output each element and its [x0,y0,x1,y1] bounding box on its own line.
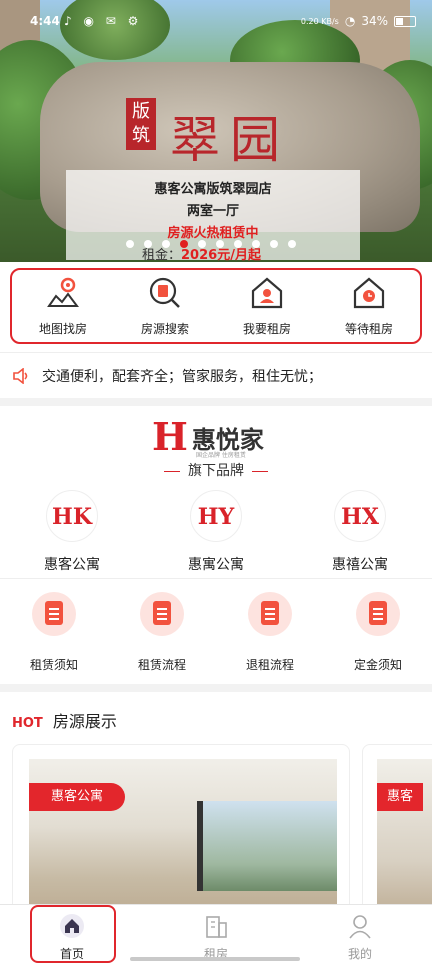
brand-subtitle-text: 旗下品牌 [188,463,244,479]
notice-bar[interactable]: 交通便利，配套齐全；管家服务，租住无忧； [0,352,432,398]
house-clock-icon [353,277,385,308]
map-search-button[interactable]: 地图找房 [18,276,108,337]
tab-home-highlight [30,905,116,963]
guide-label: 定金须知 [353,658,402,672]
hero-banner[interactable]: 版筑 翠园 4:44 ♪ ◉ ✉ ⚙ 0.20 KB/s ◔ 34% 惠客公寓版… [0,0,432,262]
carousel-dot[interactable] [252,240,260,248]
carousel-dot[interactable] [198,240,206,248]
notification-icons: ♪ ◉ ✉ ⚙ [64,14,143,28]
guide-deposit-notice[interactable]: 定金须知 [328,592,428,673]
quick-menu-label: 等待租房 [344,321,393,336]
speaker-icon [13,367,28,384]
house-person-icon [251,277,283,308]
tab-rent[interactable]: 租房 [144,905,288,964]
search-doc-icon [149,277,180,308]
guide-rental-process[interactable]: 租赁流程 [112,592,212,673]
overlay-layout: 两室一厅 [186,204,239,219]
brand-huixi[interactable]: HX 惠禧公寓 [310,490,410,574]
listing-brand-badge: 惠客 [377,783,424,811]
listing-brand-badge: 惠客公寓 [29,783,126,811]
notice-text: 交通便利，配套齐全；管家服务，租住无忧； [42,368,322,385]
building-icon [206,916,227,938]
section-divider [0,578,432,579]
quick-menu-label: 我要租房 [242,321,291,336]
user-icon [349,915,371,939]
map-pin-icon [47,277,79,307]
brand-label: 惠客公寓 [44,557,100,573]
brand-subtitle: 旗下品牌 [0,460,432,480]
tab-label: 我的 [347,947,372,961]
huixi-logo: HX [334,490,386,542]
brand-label: 惠禧公寓 [332,557,388,573]
status-time: 4:44 [30,14,60,28]
carousel-dot[interactable] [126,240,134,248]
brand-huiyu[interactable]: HY 惠寓公寓 [166,490,266,574]
home-indicator [130,957,300,961]
yen-ticket-icon [248,592,292,636]
battery-icon [394,15,416,27]
want-rent-button[interactable]: 我要租房 [222,276,312,337]
huike-logo: HK [46,490,98,542]
quick-menu-label: 房源搜索 [140,321,189,336]
carousel-dot[interactable] [144,240,152,248]
brand-logo-mark: H [152,414,188,459]
stone-sign-tag: 版筑 [126,98,156,150]
listing-card[interactable]: 惠客公寓 [12,744,350,904]
carousel-dot[interactable] [216,240,224,248]
carousel-dot[interactable] [234,240,242,248]
guide-checkout-process[interactable]: 退租流程 [220,592,320,673]
listing-search-button[interactable]: 房源搜索 [120,276,210,337]
overlay-title: 惠客公寓版筑翠园店 [154,182,272,197]
hot-label: HOT [12,716,43,731]
brand-logo: H 惠悦家 国企品牌 住房租赁 [152,414,264,460]
wait-rent-button[interactable]: 等待租房 [324,276,414,337]
section-title: HOT 房源展示 [12,708,117,732]
rent-value: 2026元/月起 [181,248,261,262]
rental-guides: 租赁须知 租赁流程 退租流程 定金须知 [0,592,432,673]
guide-rental-notice[interactable]: 租赁须知 [4,592,104,673]
carousel-dot-active[interactable] [180,240,188,248]
huiyu-logo: HY [190,490,242,542]
quick-menu-highlight: 地图找房 房源搜索 我要租房 等待租房 [10,268,422,344]
brand-label: 惠寓公寓 [188,557,244,573]
guide-label: 租赁流程 [137,658,186,672]
document-icon [32,592,76,636]
quick-menu-label: 地图找房 [38,321,87,336]
overlay-status: 房源火热租赁中 [167,226,259,241]
stone-sign-text: 翠园 [170,111,290,169]
listing-photo [29,759,337,904]
window [197,801,337,891]
carousel-dot[interactable] [162,240,170,248]
listing-showcase: HOT 房源展示 惠客公寓 惠客 [0,692,432,904]
guide-label: 退租流程 [245,658,294,672]
quick-menu: 地图找房 房源搜索 我要租房 等待租房 [0,262,432,352]
wifi-icon: ◔ [344,14,356,28]
brand-huike[interactable]: HK 惠客公寓 [22,490,122,574]
brand-logo-sub: 国企品牌 住房租赁 [196,452,246,459]
apartment-brands: HK 惠客公寓 HY 惠寓公寓 HX 惠禧公寓 [0,490,432,574]
divider-line [164,470,180,472]
status-right: 0.20 KB/s ◔ 34% [301,14,416,28]
carousel-indicator[interactable] [126,240,296,248]
carousel-dot[interactable] [288,240,296,248]
yen-document-icon [356,592,400,636]
guide-label: 租赁须知 [29,658,78,672]
rent-label: 租金： [142,248,182,262]
bottom-tab-bar: 首页 租房 我的 [0,904,432,964]
battery-text: 34% [361,14,388,28]
listing-photo [377,759,432,904]
network-speed: 0.20 KB/s [300,16,339,26]
section-title-text: 房源展示 [52,712,117,731]
list-icon [140,592,184,636]
carousel-dot[interactable] [270,240,278,248]
status-bar: 4:44 ♪ ◉ ✉ ⚙ 0.20 KB/s ◔ 34% [0,0,432,44]
listing-card[interactable]: 惠客 [362,744,432,904]
brand-section: H 惠悦家 国企品牌 住房租赁 旗下品牌 HK 惠客公寓 HY 惠寓公寓 HX … [0,406,432,684]
divider-line [252,470,268,472]
tab-mine[interactable]: 我的 [288,905,432,964]
